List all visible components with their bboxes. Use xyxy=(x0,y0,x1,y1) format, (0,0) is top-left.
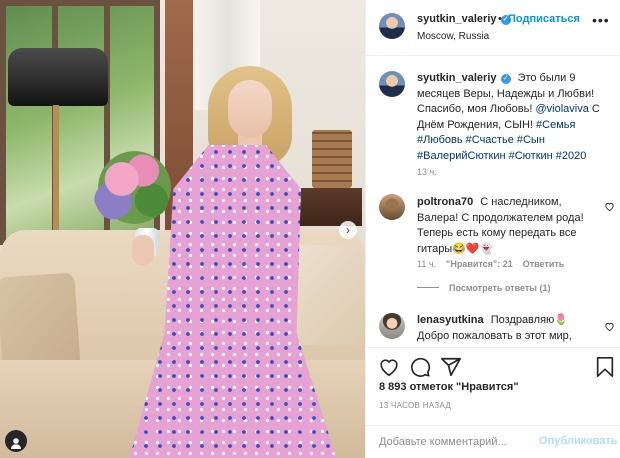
reply-button[interactable]: Ответить xyxy=(523,259,565,269)
comment-meta: 11 ч. "Нравится": 21 Ответить xyxy=(417,259,564,269)
comment-text: poltrona70 С наследником, Валера! С прод… xyxy=(417,195,602,257)
likes-count[interactable]: 8 893 отметок "Нравится" xyxy=(379,381,519,393)
comment-time: 11 ч. xyxy=(417,259,437,269)
mention-link[interactable]: @violaviva xyxy=(535,103,588,115)
post-comment-button[interactable]: Опубликовать xyxy=(539,435,618,447)
separator-dot: • xyxy=(498,13,502,25)
comment-heart-icon[interactable] xyxy=(604,320,615,335)
replies-line xyxy=(417,287,439,288)
firewood xyxy=(312,130,352,188)
view-replies-label: Посмотреть ответы (1) xyxy=(449,283,551,293)
comments-list[interactable]: syutkin_valeriy ✓ Это были 9 месяцев Веры… xyxy=(366,57,620,346)
comment-text: lenasyutkina Поздравляю🌷 Добро пожаловат… xyxy=(417,313,602,344)
comment-heart-icon[interactable] xyxy=(604,200,615,215)
owner-username-text[interactable]: syutkin_valeriy xyxy=(417,13,497,25)
follow-button[interactable]: Подписаться xyxy=(508,13,580,25)
avatar[interactable] xyxy=(379,313,405,339)
hydrangea-bouquet xyxy=(92,145,177,230)
post-side-panel: syutkin_valeriy ✓ • Подписаться Moscow, R… xyxy=(365,0,620,458)
comment-username[interactable]: lenasyutkina xyxy=(417,314,484,326)
share-icon[interactable] xyxy=(439,356,463,380)
woman-face xyxy=(228,80,272,138)
lamp-pole xyxy=(53,105,59,245)
floor-lamp xyxy=(8,48,108,106)
post-header: syutkin_valeriy ✓ • Подписаться Moscow, R… xyxy=(366,0,620,56)
post-actions: 8 893 отметок "Нравится" 13 ЧАСОВ НАЗАД xyxy=(366,347,620,425)
woman-hand xyxy=(132,235,154,265)
avatar[interactable] xyxy=(379,71,405,97)
verified-badge-icon: ✓ xyxy=(500,74,511,84)
caption-time: 13 ч. xyxy=(417,167,437,177)
location-link[interactable]: Moscow, Russia xyxy=(417,31,489,42)
comment-likes[interactable]: "Нравится": 21 xyxy=(446,259,513,269)
view-replies-button[interactable]: Посмотреть ответы (1) xyxy=(417,283,550,293)
user-tag-icon[interactable] xyxy=(5,430,27,452)
chevron-right-icon[interactable]: › xyxy=(339,221,357,239)
side-table xyxy=(292,188,362,226)
sofa-pillow xyxy=(292,245,362,345)
caption-text: syutkin_valeriy ✓ Это были 9 месяцев Веры… xyxy=(417,71,602,164)
heart-icon[interactable] xyxy=(377,356,401,380)
add-comment-bar: Опубликовать xyxy=(366,425,620,458)
more-options-icon[interactable]: ••• xyxy=(592,12,610,28)
comment-icon[interactable] xyxy=(408,356,432,380)
bookmark-icon[interactable] xyxy=(593,356,617,380)
avatar[interactable] xyxy=(379,13,405,39)
avatar[interactable] xyxy=(379,194,405,220)
caption-username[interactable]: syutkin_valeriy xyxy=(417,72,497,84)
post-timestamp: 13 ЧАСОВ НАЗАД xyxy=(379,401,452,410)
post-photo[interactable]: › xyxy=(0,0,365,458)
add-comment-input[interactable] xyxy=(379,433,529,451)
owner-username[interactable]: syutkin_valeriy ✓ xyxy=(417,13,511,25)
comment-username[interactable]: poltrona70 xyxy=(417,196,473,208)
